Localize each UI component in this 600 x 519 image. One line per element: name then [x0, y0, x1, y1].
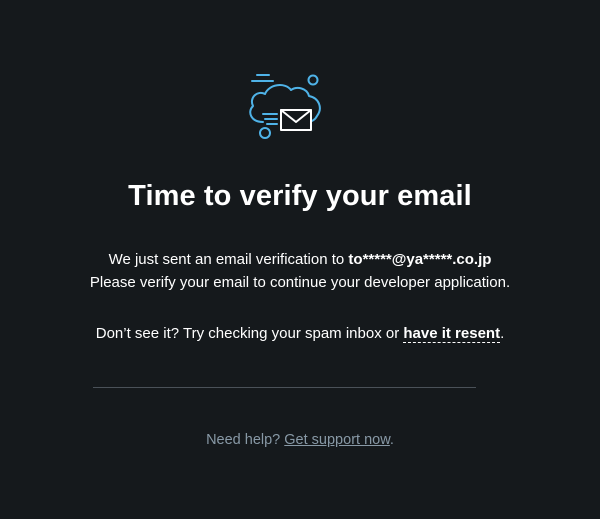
spam-hint-suffix: . — [500, 325, 505, 342]
masked-email: to*****@ya*****.co.jp — [348, 251, 492, 268]
page-title: Time to verify your email — [128, 180, 472, 212]
sent-message: We just sent an email verification to to… — [0, 251, 600, 268]
spam-hint: Don’t see it? Try checking your spam inb… — [0, 325, 600, 343]
help-suffix: . — [389, 432, 394, 448]
verify-instruction: Please verify your email to continue you… — [89, 274, 511, 291]
verify-email-page: Time to verify your email We just sent a… — [0, 0, 600, 519]
cloud-envelope-icon — [243, 72, 327, 144]
spam-hint-text: Don’t see it? Try checking your spam inb… — [95, 325, 404, 342]
get-support-link[interactable]: Get support now — [284, 432, 390, 448]
help-text: Need help? Get support now. — [0, 432, 600, 448]
resend-email-link[interactable]: have it resent — [403, 325, 501, 343]
sent-message-text: We just sent an email verification to — [108, 251, 349, 268]
help-prefix: Need help? — [206, 432, 285, 448]
divider — [93, 387, 476, 388]
